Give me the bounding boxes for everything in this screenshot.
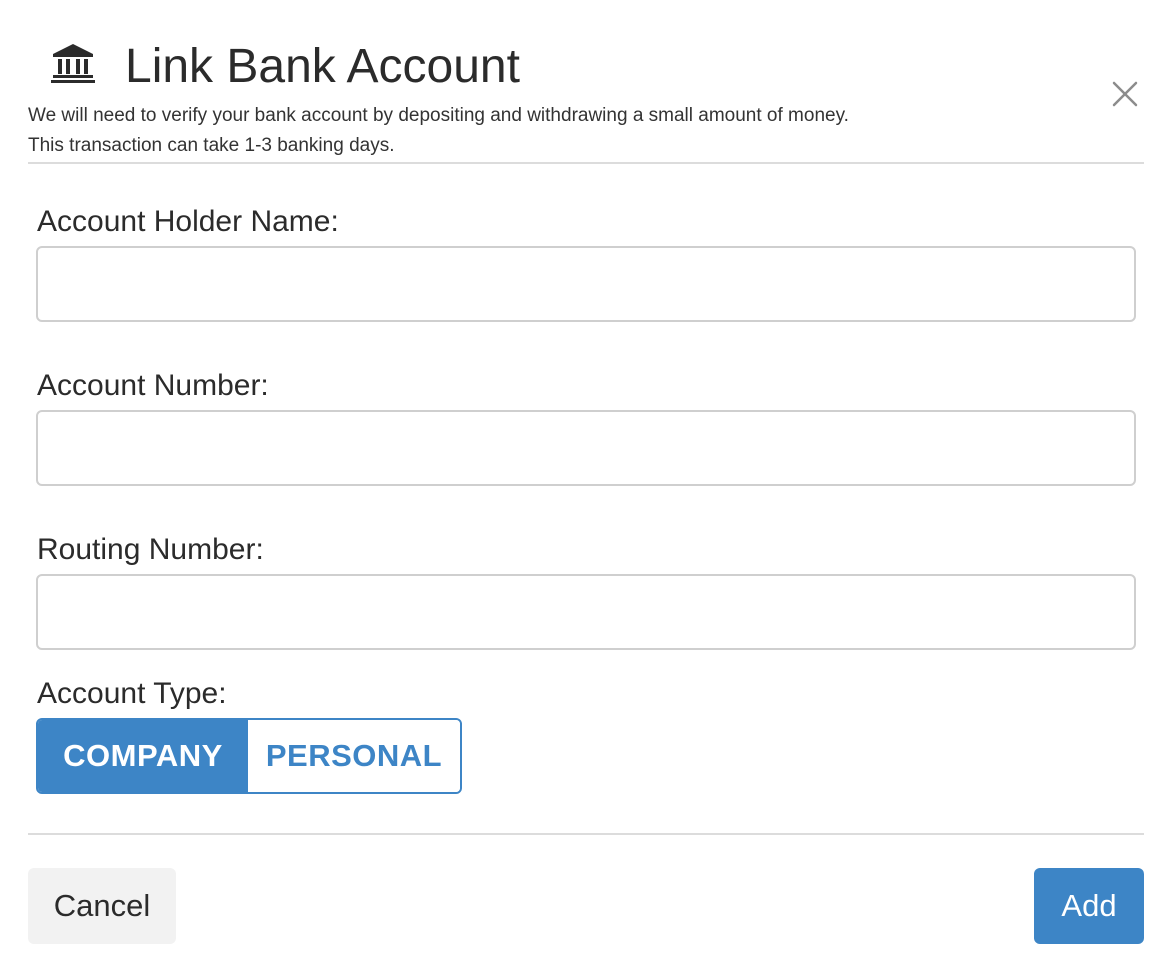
dialog-description-line1: We will need to verify your bank account… <box>28 105 849 126</box>
link-bank-account-dialog: Link Bank Account We will need to verify… <box>0 0 1170 970</box>
header-divider <box>28 162 1144 164</box>
account-type-toggle: COMPANY PERSONAL <box>36 718 462 794</box>
dialog-title: Link Bank Account <box>125 40 520 93</box>
routing-number-label: Routing Number: <box>37 533 264 566</box>
account-type-personal-button[interactable]: PERSONAL <box>248 720 460 792</box>
cancel-button[interactable]: Cancel <box>28 868 176 944</box>
account-type-label: Account Type: <box>37 677 227 710</box>
bank-icon <box>50 42 96 84</box>
account-number-input[interactable] <box>36 410 1136 486</box>
add-button[interactable]: Add <box>1034 868 1144 944</box>
account-holder-name-input[interactable] <box>36 246 1136 322</box>
account-number-label: Account Number: <box>37 369 269 402</box>
dialog-description-line2: This transaction can take 1-3 banking da… <box>28 135 395 156</box>
close-button[interactable] <box>1110 81 1140 111</box>
routing-number-input[interactable] <box>36 574 1136 650</box>
close-icon[interactable] <box>1112 81 1138 112</box>
account-type-company-button[interactable]: COMPANY <box>38 720 248 792</box>
account-holder-name-label: Account Holder Name: <box>37 205 339 238</box>
footer-divider <box>28 833 1144 835</box>
